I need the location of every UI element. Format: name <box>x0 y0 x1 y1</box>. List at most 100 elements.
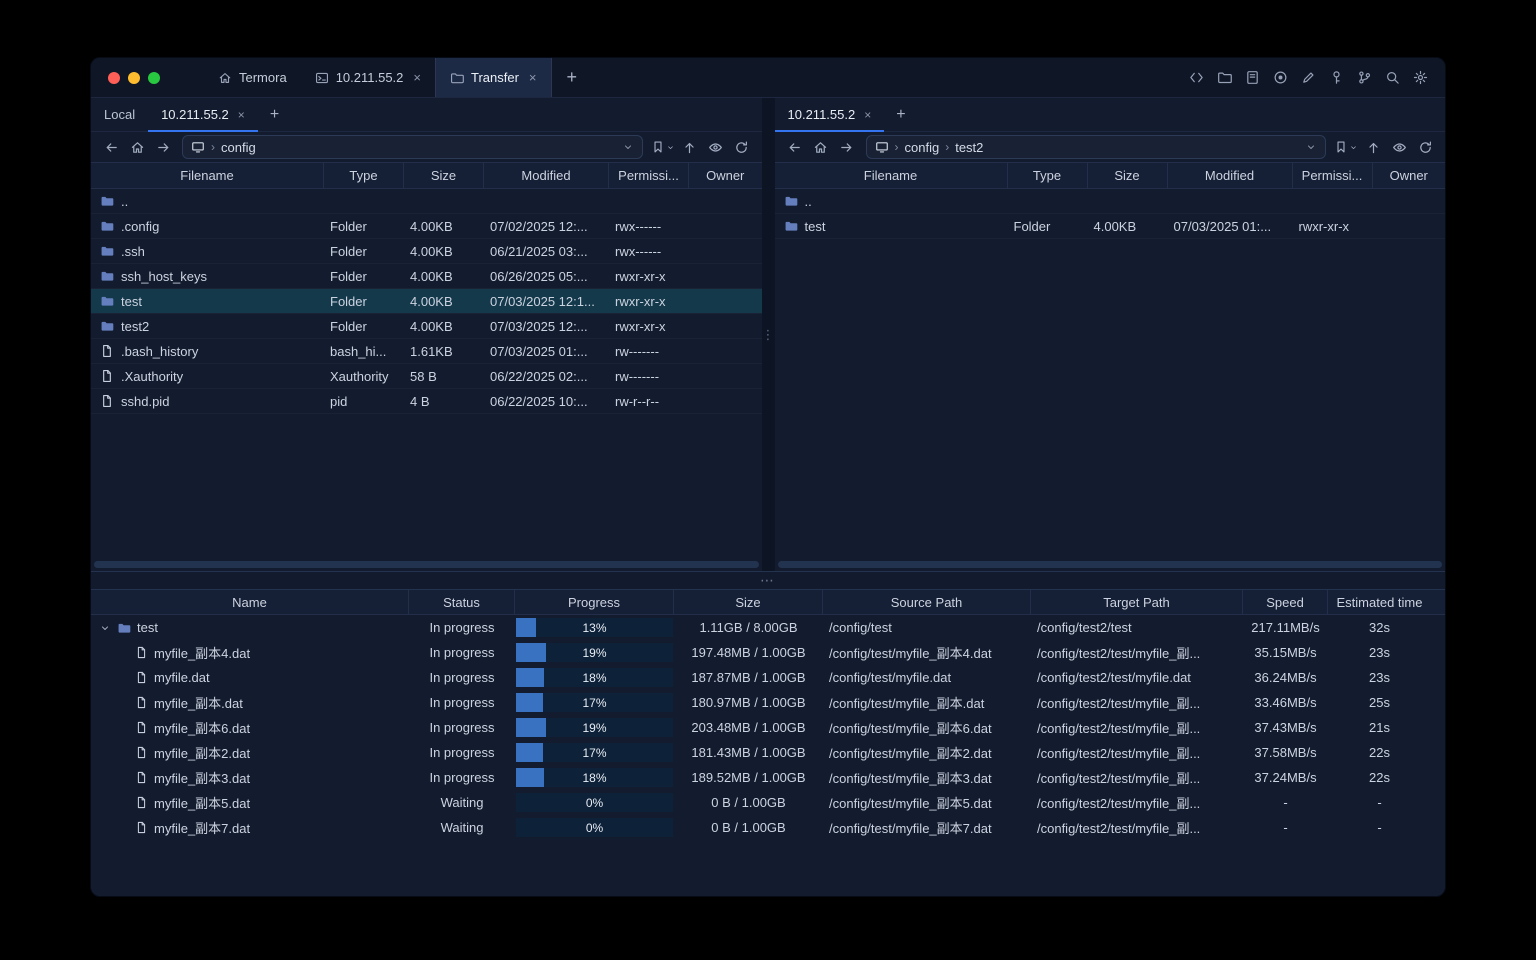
file-tab-10-211-55-2[interactable]: 10.211.55.2 × <box>774 98 885 132</box>
notebook-icon[interactable] <box>1242 68 1262 88</box>
column-header-permissi[interactable]: Permissi... <box>609 163 689 188</box>
filename: test <box>804 218 826 234</box>
file-permissions: rw------- <box>615 368 660 384</box>
close-tab-icon[interactable]: × <box>864 108 871 122</box>
close-tab-icon[interactable]: × <box>238 108 245 122</box>
file-tab-local[interactable]: Local <box>91 98 148 131</box>
column-header-type[interactable]: Type <box>324 163 404 188</box>
app-tab-host[interactable]: 10.211.55.2 × <box>301 58 435 97</box>
file-row[interactable]: .config Folder 4.00KB 07/02/2025 12:... rwx-… <box>91 214 762 239</box>
refresh-button[interactable] <box>1414 136 1436 158</box>
back-button[interactable] <box>784 136 806 158</box>
transfer-row[interactable]: myfile_副本6.dat In progress 19% 203.48MB / 1… <box>91 715 1445 740</box>
transfer-row[interactable]: myfile.dat In progress 18% 187.87MB / 1.00G… <box>91 665 1445 690</box>
vertical-splitter[interactable]: ⋮ <box>761 98 775 571</box>
column-header-size[interactable]: Size <box>674 590 823 614</box>
file-row[interactable]: test2 Folder 4.00KB 07/03/2025 12:... rwxr-x… <box>91 314 762 339</box>
column-header-owner[interactable]: Owner <box>1373 163 1446 188</box>
path-segment[interactable]: test2 <box>955 140 983 155</box>
file-row[interactable]: .ssh Folder 4.00KB 06/21/2025 03:... rwx----… <box>91 239 762 264</box>
horizontal-scrollbar-thumb[interactable] <box>94 561 759 568</box>
record-icon[interactable] <box>1270 68 1290 88</box>
close-tab-icon[interactable]: × <box>529 70 537 85</box>
show-hidden-files-button[interactable] <box>705 136 727 158</box>
search-icon[interactable] <box>1382 68 1402 88</box>
forward-button[interactable] <box>836 136 858 158</box>
home-button[interactable] <box>810 136 832 158</box>
transfer-row[interactable]: myfile_副本2.dat In progress 17% 181.43MB / 1… <box>91 740 1445 765</box>
app-tab-transfer[interactable]: Transfer × <box>435 58 552 97</box>
column-header-status[interactable]: Status <box>409 590 515 614</box>
app-tab-termora[interactable]: Termora <box>204 58 301 97</box>
file-row[interactable]: .. <box>774 189 1445 214</box>
column-header-size[interactable]: Size <box>1088 163 1168 188</box>
file-row[interactable]: sshd.pid pid 4 B 06/22/2025 10:... rw-r--r-- <box>91 389 762 414</box>
settings-icon[interactable] <box>1410 68 1430 88</box>
path-segment[interactable]: config <box>221 140 256 155</box>
minimize-window-button[interactable] <box>128 71 140 84</box>
new-file-tab-button[interactable]: + <box>258 98 291 131</box>
file-row[interactable]: .Xauthority Xauthority 58 B 06/22/2025 02:.… <box>91 364 762 389</box>
transfer-row[interactable]: myfile_副本3.dat In progress 18% 189.52MB / 1… <box>91 765 1445 790</box>
forward-button[interactable] <box>152 136 174 158</box>
column-header-modified[interactable]: Modified <box>1168 163 1293 188</box>
transfer-row[interactable]: myfile_副本7.dat Waiting 0% 0 B / 1.00GB/conf… <box>91 815 1445 840</box>
expand-chevron-icon[interactable] <box>99 622 111 634</box>
file-row[interactable]: .bash_history bash_hi... 1.61KB 07/03/2025 … <box>91 339 762 364</box>
column-header-modified[interactable]: Modified <box>484 163 609 188</box>
file-tab-10-211-55-2[interactable]: 10.211.55.2 × <box>148 98 258 132</box>
edit-icon[interactable] <box>1298 68 1318 88</box>
code-icon[interactable] <box>1186 68 1206 88</box>
folder-icon[interactable] <box>1214 68 1234 88</box>
column-header-progress[interactable]: Progress <box>515 590 674 614</box>
column-header-source-path[interactable]: Source Path <box>823 590 1031 614</box>
new-app-tab-button[interactable]: + <box>552 58 593 97</box>
horizontal-scrollbar-thumb[interactable] <box>777 561 1442 568</box>
maximize-window-button[interactable] <box>148 71 160 84</box>
column-header-type[interactable]: Type <box>1008 163 1088 188</box>
transfer-name-cell: myfile_副本7.dat <box>91 818 409 837</box>
column-header-name[interactable]: Name <box>91 590 409 614</box>
path-dropdown-icon[interactable] <box>1305 141 1317 153</box>
bookmark-button[interactable] <box>1334 140 1358 154</box>
transfer-row[interactable]: myfile_副本5.dat Waiting 0% 0 B / 1.00GB/conf… <box>91 790 1445 815</box>
column-header-size[interactable]: Size <box>404 163 484 188</box>
column-header-estimated-time[interactable]: Estimated time <box>1328 590 1431 614</box>
column-header-target-path[interactable]: Target Path <box>1031 590 1243 614</box>
refresh-button[interactable] <box>731 136 753 158</box>
transfer-name: myfile_副本3.dat <box>154 771 251 786</box>
bookmark-button[interactable] <box>651 140 675 154</box>
up-button[interactable] <box>679 136 701 158</box>
transfer-row[interactable]: myfile_副本4.dat In progress 19% 197.48MB / 1… <box>91 640 1445 665</box>
new-file-tab-button[interactable]: + <box>884 98 917 131</box>
key-icon[interactable] <box>1326 68 1346 88</box>
up-button[interactable] <box>1362 136 1384 158</box>
home-button[interactable] <box>126 136 148 158</box>
column-header-permissi[interactable]: Permissi... <box>1293 163 1373 188</box>
file-row[interactable]: test Folder 4.00KB 07/03/2025 12:1... rwxr-x… <box>91 289 762 314</box>
target-path: /config/test2/test/myfile_副... <box>1037 696 1201 711</box>
column-header-filename[interactable]: Filename <box>91 163 324 188</box>
target-path: /config/test2/test/myfile_副... <box>1037 646 1201 661</box>
column-header-owner[interactable]: Owner <box>689 163 762 188</box>
target-path: /config/test2/test <box>1037 620 1132 635</box>
path-input[interactable]: › config › test2 <box>865 135 1326 159</box>
path-dropdown-icon[interactable] <box>622 141 634 153</box>
path-segment[interactable]: config <box>905 140 940 155</box>
show-hidden-files-button[interactable] <box>1388 136 1410 158</box>
file-row[interactable]: ssh_host_keys Folder 4.00KB 06/26/2025 05:.… <box>91 264 762 289</box>
column-header-speed[interactable]: Speed <box>1243 590 1328 614</box>
file-row[interactable]: .. <box>91 189 762 214</box>
branch-icon[interactable] <box>1354 68 1374 88</box>
horizontal-splitter[interactable]: ⋯ <box>91 571 1445 590</box>
transfer-row[interactable]: myfile_副本.dat In progress 17% 180.97MB / 1.… <box>91 690 1445 715</box>
file-permissions: rwxr-xr-x <box>615 293 666 309</box>
estimated-time: 23s <box>1369 670 1390 685</box>
column-header-filename[interactable]: Filename <box>775 163 1008 188</box>
close-tab-icon[interactable]: × <box>413 70 421 85</box>
path-input[interactable]: › config <box>182 135 643 159</box>
close-window-button[interactable] <box>108 71 120 84</box>
back-button[interactable] <box>100 136 122 158</box>
file-row[interactable]: test Folder 4.00KB 07/03/2025 01:... rwxr-xr… <box>774 214 1445 239</box>
transfer-row[interactable]: test In progress 13% 1.11GB / 8.00GB/config… <box>91 615 1445 640</box>
